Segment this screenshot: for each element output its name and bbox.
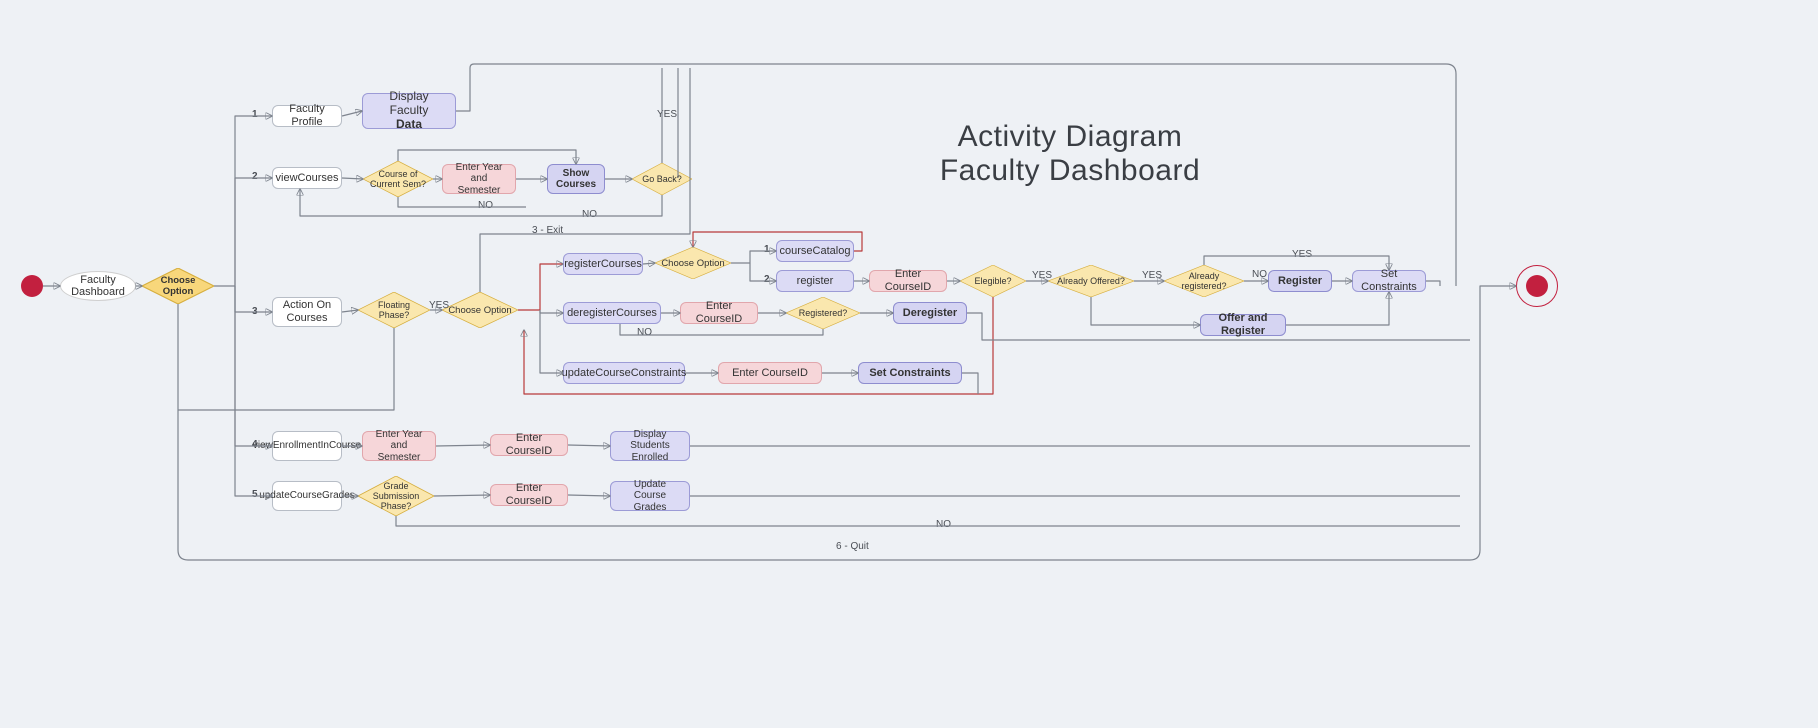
label-no-goback: NO [580, 209, 599, 220]
action-course-catalog: courseCatalog [776, 240, 854, 262]
input-enter-year-sem: Enter Year and Semester [442, 164, 516, 194]
label-reg-opt-2: 2 [762, 274, 772, 285]
option-view-courses: viewCourses [272, 167, 342, 189]
decision-registered: Registered? [786, 297, 860, 329]
input-enter-year-sem-2: Enter Year and Semester [362, 431, 436, 461]
action-update-course-constraints: updateCourseConstraints [563, 362, 685, 384]
input-enter-courseid-deregister: Enter CourseID [680, 302, 758, 324]
decision-floating-phase: Floating Phase? [358, 292, 430, 328]
decision-choose-option-reg: Choose Option [655, 247, 731, 279]
label-6-quit: 6 - Quit [834, 541, 871, 552]
end-node-icon [1516, 265, 1558, 307]
label-option-5: 5 [250, 489, 260, 500]
decision-choose-option: Choose Option [142, 268, 214, 304]
input-enter-courseid-grades: Enter CourseID [490, 484, 568, 506]
label-no-grade-phase: NO [934, 519, 953, 530]
diagram-title: Activity Diagram Faculty Dashboard [920, 120, 1220, 188]
option-update-course-grades: updateCourseGrades [272, 481, 342, 511]
action-set-constraints-bold: Set Constraints [858, 362, 962, 384]
input-enter-courseid-constraints: Enter CourseID [718, 362, 822, 384]
label-no-registered: NO [1250, 269, 1269, 280]
option-faculty-profile: Faculty Profile [272, 105, 342, 127]
decision-course-current-sem: Course of Current Sem? [363, 161, 433, 197]
decision-grade-submission-phase: Grade Submission Phase? [358, 476, 434, 516]
label-option-2: 2 [250, 171, 260, 182]
action-display-faculty-data: Display FacultyData [362, 93, 456, 129]
decision-go-back: Go Back? [632, 163, 692, 195]
label-option-1: 1 [250, 109, 260, 120]
option-action-on-courses: Action On Courses [272, 297, 342, 327]
input-enter-courseid-enroll: Enter CourseID [490, 434, 568, 456]
start-node-icon [21, 275, 43, 297]
label-3-exit: 3 - Exit [530, 225, 565, 236]
decision-elegible: Elegible? [960, 265, 1026, 297]
decision-already-offered: Already Offered? [1048, 265, 1134, 297]
action-deregister-courses: deregisterCourses [563, 302, 661, 324]
label-yes-offered: YES [1140, 270, 1164, 281]
label-reg-opt-1: 1 [762, 244, 772, 255]
action-deregister-bold: Deregister [893, 302, 967, 324]
action-display-students-enrolled: Display Students Enrolled [610, 431, 690, 461]
decision-already-registered: Already registered? [1164, 265, 1244, 297]
action-register-courses: registerCourses [563, 253, 643, 275]
label-no-registered-dereg: NO [635, 327, 654, 338]
decision-choose-option-actions: Choose Option [442, 292, 518, 328]
faculty-dashboard-start: Faculty Dashboard [60, 271, 136, 301]
label-option-3: 3 [250, 306, 260, 317]
action-register: register [776, 270, 854, 292]
action-update-course-grades-box: Update Course Grades [610, 481, 690, 511]
action-register-bold: Register [1268, 270, 1332, 292]
label-yes-already-registered: YES [1290, 249, 1314, 260]
option-view-enrollment: viewEnrollmentInCourse [272, 431, 342, 461]
label-no-sem: NO [476, 200, 495, 211]
diagram-canvas: Activity Diagram Faculty Dashboard Facul… [0, 0, 1818, 728]
label-yes-goback: YES [655, 109, 679, 120]
action-set-constraints-right: Set Constraints [1352, 270, 1426, 292]
label-option-4: 4 [250, 439, 260, 450]
action-offer-and-register: Offer and Register [1200, 314, 1286, 336]
input-enter-courseid-register: Enter CourseID [869, 270, 947, 292]
action-show-courses: Show Courses [547, 164, 605, 194]
